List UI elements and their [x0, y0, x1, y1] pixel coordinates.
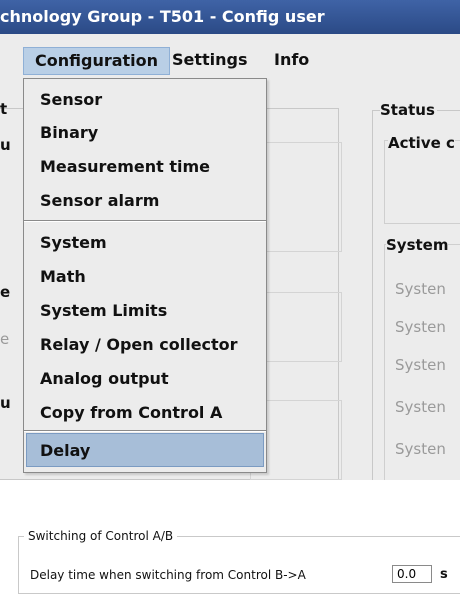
menu-item-sensor[interactable]: Sensor	[40, 90, 102, 109]
left-fragment-1: t	[0, 100, 8, 118]
left-fragment-2: u	[0, 136, 11, 154]
system-item: Systen	[395, 318, 446, 336]
switching-legend: Switching of Control A/B	[24, 529, 178, 543]
menu-item-delay[interactable]: Delay	[40, 441, 90, 460]
left-fragment-4: e	[0, 330, 10, 348]
menu-item-system[interactable]: System	[40, 233, 107, 252]
menu-item-copy-from-control-a[interactable]: Copy from Control A	[40, 403, 222, 422]
menu-settings[interactable]: Settings	[172, 47, 248, 73]
menu-item-measurement-time[interactable]: Measurement time	[40, 157, 210, 176]
left-fragment-5: u	[0, 394, 11, 412]
menu-bar: Configuration Settings Info	[0, 44, 460, 76]
config-window: chnology Group - T501 - Config user Conf…	[0, 0, 460, 480]
title-bar: chnology Group - T501 - Config user	[0, 0, 460, 34]
system-item: Systen	[395, 356, 446, 374]
delay-unit: s	[440, 567, 448, 582]
system-item: Systen	[395, 280, 446, 298]
window-title: chnology Group - T501 - Config user	[0, 7, 325, 26]
system-item: Systen	[395, 398, 446, 416]
active-box	[384, 140, 460, 224]
menu-separator	[24, 220, 266, 222]
delay-time-label: Delay time when switching from Control B…	[30, 568, 306, 582]
menu-configuration[interactable]: Configuration	[23, 47, 171, 75]
menu-separator	[24, 430, 266, 432]
configuration-dropdown: Sensor Binary Measurement time Sensor al…	[23, 78, 267, 473]
status-label: Status	[380, 101, 437, 119]
menu-item-sensor-alarm[interactable]: Sensor alarm	[40, 191, 159, 210]
menu-item-system-limits[interactable]: System Limits	[40, 301, 167, 320]
active-label: Active c	[388, 134, 455, 152]
system-label: System	[386, 236, 449, 254]
left-fragment-3: e	[0, 283, 11, 301]
system-item: Systen	[395, 440, 446, 458]
menu-info[interactable]: Info	[274, 47, 309, 73]
menu-item-math[interactable]: Math	[40, 267, 86, 286]
menu-item-relay-open-collector[interactable]: Relay / Open collector	[40, 335, 238, 354]
menu-item-binary[interactable]: Binary	[40, 123, 98, 142]
menu-item-analog-output[interactable]: Analog output	[40, 369, 169, 388]
delay-time-input[interactable]	[392, 565, 432, 583]
